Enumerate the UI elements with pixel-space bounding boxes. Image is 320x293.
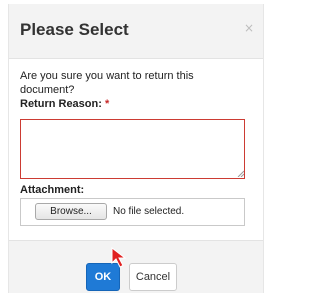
dialog-title: Please Select [20,20,129,39]
return-reason-textarea[interactable] [20,119,245,179]
cancel-button[interactable]: Cancel [129,263,177,291]
required-marker: * [104,98,110,110]
file-input[interactable]: Browse... No file selected. [20,198,245,226]
mouse-pointer-icon [111,246,127,268]
confirm-question: Are you sure you want to return this doc… [20,70,194,96]
browse-button[interactable]: Browse... [35,203,107,220]
attachment-label: Attachment: [20,184,85,196]
please-select-dialog: Please Select × Are you sure you want to… [8,4,264,293]
dialog-footer: OK Cancel [9,240,263,293]
close-icon[interactable]: × [244,21,254,35]
return-reason-label: Return Reason: * [20,97,255,111]
no-file-text: No file selected. [113,206,185,217]
dialog-body: Are you sure you want to return this doc… [20,69,255,111]
dialog-header: Please Select × [9,4,263,59]
return-reason-label-text: Return Reason: [20,98,102,110]
resize-grip-icon[interactable] [237,170,244,177]
